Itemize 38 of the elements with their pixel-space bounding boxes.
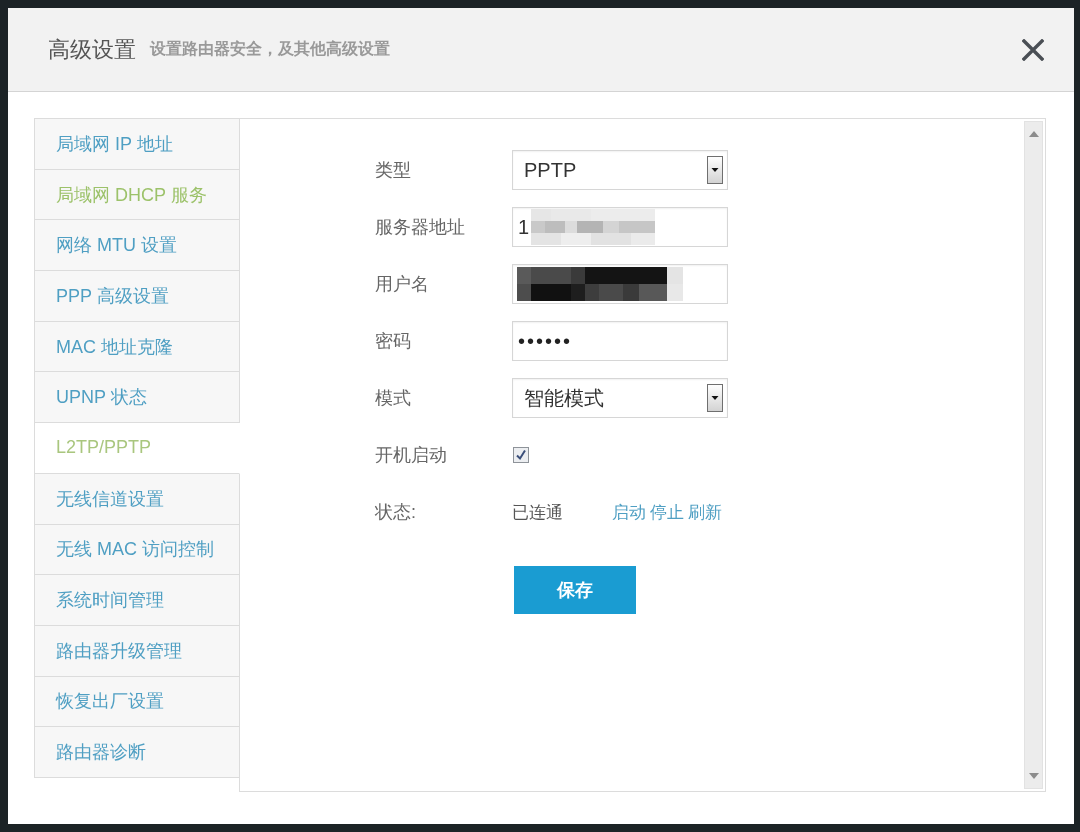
field-label: 模式 [375,387,412,410]
dropdown-field[interactable]: PPTP [512,150,728,190]
password-field[interactable]: •••••• [512,321,728,361]
field-label: 用户名 [375,273,430,296]
sidebar-item[interactable]: PPP 高级设置 [34,271,240,322]
action-link[interactable]: 启动 [612,500,646,524]
action-link[interactable]: 停止 [650,500,684,524]
sidebar-item[interactable]: 局域网 DHCP 服务 [34,169,240,221]
field-label: 开机启动 [375,444,448,467]
checkbox[interactable] [513,447,529,463]
sidebar-item[interactable]: 路由器诊断 [34,727,240,778]
sidebar-item[interactable]: 无线信道设置 [34,473,240,525]
dialog-subtitle: 设置路由器安全，及其他高级设置 [150,39,390,59]
close-icon [1022,38,1044,61]
sidebar-item[interactable]: 恢复出厂设置 [34,676,240,728]
input-field[interactable]: 1 [512,207,728,247]
save-button[interactable]: 保存 [514,566,636,614]
scroll-up-icon[interactable] [1028,131,1039,137]
sidebar-item[interactable]: 系统时间管理 [34,575,240,626]
sidebar-item[interactable]: MAC 地址克隆 [34,321,240,373]
field-label: 状态: [375,501,417,524]
sidebar-item[interactable]: 局域网 IP 地址 [34,118,240,170]
input-field[interactable] [512,264,728,304]
field-label: 密码 [375,330,412,353]
dropdown-field[interactable]: 智能模式 [512,378,728,418]
field-label: 服务器地址 [375,216,466,239]
scrollbar[interactable] [1024,121,1043,789]
sidebar-item[interactable]: 网络 MTU 设置 [34,220,240,272]
field-label: 类型 [375,159,412,182]
close-button[interactable] [1022,38,1044,61]
sidebar-item[interactable]: UPNP 状态 [34,372,240,424]
status-value: 已连通 [512,501,564,524]
action-link[interactable]: 刷新 [688,500,722,524]
sidebar-item[interactable]: 路由器升级管理 [34,625,240,677]
sidebar-item[interactable]: L2TP/PPTP [34,423,240,474]
sidebar-item[interactable]: 无线 MAC 访问控制 [34,524,240,576]
dialog-title: 高级设置 [48,35,136,64]
scroll-down-icon[interactable] [1028,773,1039,779]
